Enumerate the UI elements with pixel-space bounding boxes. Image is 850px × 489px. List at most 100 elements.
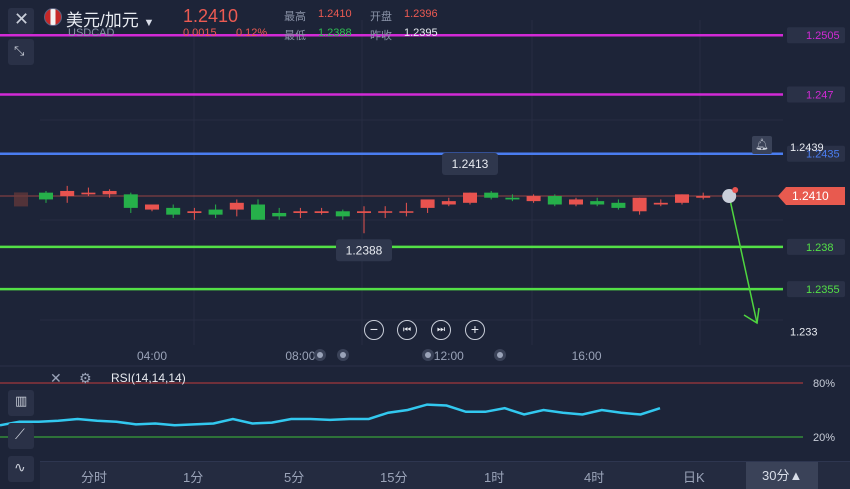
candle-body xyxy=(569,199,583,205)
candle-body xyxy=(463,192,477,203)
scroll-dot-core xyxy=(497,352,503,358)
candle-body xyxy=(102,190,117,195)
price-level-label: 1.247 xyxy=(806,89,834,101)
trendline-icon: ⟋ xyxy=(15,426,25,442)
chevron-down-icon: ▼ xyxy=(143,17,155,29)
grid xyxy=(40,20,783,345)
candle-body xyxy=(187,211,202,213)
candle-body xyxy=(441,201,456,205)
settings-icon: ⚙ xyxy=(79,370,92,386)
scroll-dot-core xyxy=(340,352,346,358)
rsi-settings-button[interactable]: ⚙ xyxy=(79,370,92,387)
tab-1hour[interactable]: 1时 xyxy=(484,467,504,486)
candle-body xyxy=(272,212,287,217)
candle-body xyxy=(590,201,605,205)
skip-back-icon: ⏮ xyxy=(402,324,412,334)
collapse-button[interactable]: ⤡ xyxy=(8,39,34,65)
candle-body xyxy=(251,204,265,220)
alert-bell-button[interactable]: 🔔︎ xyxy=(752,136,772,154)
candle-body xyxy=(399,211,414,213)
min-callout-label: 1.2388 xyxy=(346,243,383,257)
low-value: 1.2388 xyxy=(318,27,352,39)
price-level-label: 1.238 xyxy=(806,242,834,254)
rsi-level-label: 20% xyxy=(813,432,835,444)
candle-body xyxy=(611,202,626,208)
low-label: 最低 xyxy=(284,30,306,42)
tab-15min[interactable]: 15分 xyxy=(380,467,407,486)
timeframe-bar: 分时 1分 5分 15分 1时 4时 日K 30分▲ xyxy=(40,461,850,489)
candle-body xyxy=(547,196,562,205)
open-label: 开盘 xyxy=(370,11,392,23)
candle-body xyxy=(357,211,371,213)
minus-icon: − xyxy=(369,321,379,337)
close-button[interactable]: ✕ xyxy=(8,8,34,34)
candle-body xyxy=(632,197,647,212)
high-value: 1.2410 xyxy=(318,8,352,20)
candle-body xyxy=(39,192,53,200)
max-callout-label: 1.2413 xyxy=(452,157,489,171)
indicator-wave-icon: ∿ xyxy=(14,459,26,475)
candle-mode-button[interactable]: ▥ xyxy=(8,390,34,416)
bell-icon: 🔔︎ xyxy=(755,139,769,151)
candle-body xyxy=(314,211,329,213)
scroll-dot-core xyxy=(425,352,431,358)
candle-body xyxy=(208,209,223,215)
candle-faded xyxy=(14,192,28,207)
tab-4hour[interactable]: 4时 xyxy=(584,467,604,486)
x-tick-label: 12:00 xyxy=(434,349,464,363)
trend-arrow-head xyxy=(743,307,760,325)
x-tick-label: 08:00 xyxy=(285,349,315,363)
candle-body xyxy=(145,204,159,210)
rsi-line xyxy=(0,403,661,427)
candle-body xyxy=(166,207,181,215)
collapse-arrows-icon: ⤡ xyxy=(14,43,25,58)
open-value: 1.2396 xyxy=(404,8,438,20)
zoom-out-button[interactable]: − xyxy=(364,320,384,340)
chart-svg: 1.25051.2471.24351.2381.23551.24391.2331… xyxy=(0,20,850,444)
candle-body xyxy=(229,202,244,210)
candle-body xyxy=(123,194,138,208)
x-tick-label: 16:00 xyxy=(572,349,602,363)
high-label: 最高 xyxy=(284,11,306,23)
close-icon: ✕ xyxy=(14,9,30,29)
trend-arrow-line xyxy=(728,195,758,324)
next-button[interactable]: ⏭ xyxy=(431,320,451,340)
tab-1min[interactable]: 1分 xyxy=(183,467,203,486)
candle-body xyxy=(696,196,711,198)
zoom-in-button[interactable]: + xyxy=(465,320,485,340)
prev-close-label: 昨收 xyxy=(370,30,392,42)
candle-body xyxy=(293,211,308,213)
candle-body xyxy=(675,194,689,203)
candle-body xyxy=(484,192,499,198)
rsi-label: RSI(14,14,14) xyxy=(111,371,186,385)
prev-close-value: 1.2395 xyxy=(404,27,438,39)
indicator-button[interactable]: ∿ xyxy=(8,456,34,482)
candle-body xyxy=(335,211,350,217)
symbol: USDCAD xyxy=(68,27,115,39)
candles-icon: ▥ xyxy=(15,393,28,408)
info-marker-dot xyxy=(732,187,739,194)
tab-30min[interactable]: 30分▲ xyxy=(746,462,819,489)
candle-body xyxy=(420,199,435,208)
price-change: 0.0015 xyxy=(183,27,217,39)
rsi-close-button[interactable]: ✕ xyxy=(50,370,62,387)
tab-5min[interactable]: 5分 xyxy=(284,467,304,486)
x-tick-label: 04:00 xyxy=(137,349,167,363)
rsi-level-label: 80% xyxy=(813,378,835,390)
scroll-dot-core xyxy=(317,352,323,358)
tab-timesharing[interactable]: 分时 xyxy=(81,467,107,486)
candle-body xyxy=(526,196,541,202)
price-change-pct: 0.12% xyxy=(236,27,268,39)
close-icon: ✕ xyxy=(50,370,62,386)
tab-daily[interactable]: 日K xyxy=(683,467,705,486)
prev-button[interactable]: ⏮ xyxy=(397,320,417,340)
candle-body xyxy=(378,211,393,213)
price-level-label: 1.2355 xyxy=(806,284,840,296)
trading-screen: 1.2505 1.247 1.2435 1.238 1.2355 1.2439 1.233 1… xyxy=(0,0,850,489)
draw-tool-button[interactable]: ⟋ xyxy=(8,423,34,449)
price-level-label: 1.2505 xyxy=(806,30,840,42)
flag-icon xyxy=(44,8,62,26)
price-label: 1.2439 xyxy=(790,142,824,154)
candle-body xyxy=(505,197,520,200)
plus-icon: + xyxy=(470,321,480,337)
